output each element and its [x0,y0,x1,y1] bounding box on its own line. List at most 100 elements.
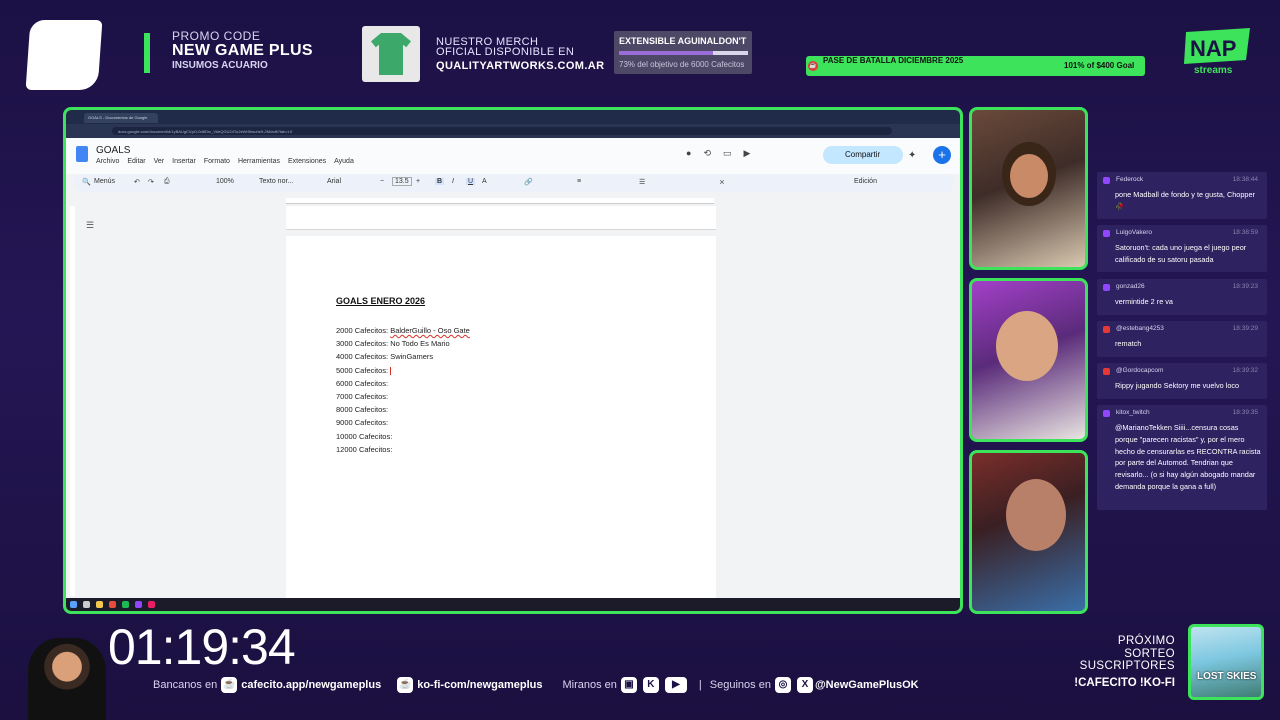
share-button[interactable]: Compartir [823,146,903,164]
search-icon[interactable] [83,601,90,608]
menu-editar[interactable]: Editar [127,158,145,165]
goal-name: SwinGamers [390,352,434,362]
goal-name: BalderGuillo - Oso Gate [390,326,470,335]
docs-menubar: Archivo Editar Ver Insertar Formato Herr… [96,158,354,165]
chat-timestamp: 18:39:32 [1232,367,1258,374]
raffle-line3: SUSCRIPTORES [1079,660,1175,672]
chat-message: gonzad26 18:39:23 vermintide 2 re va [1097,279,1267,315]
goal-line: 5000 Cafecitos: [336,364,470,377]
add-button[interactable]: + [933,146,951,164]
battle-pass-title: PASE DE BATALLA DICIEMBRE 2025 [823,56,964,65]
text-cursor [390,366,392,375]
chat-username: kitox_twitch [1116,409,1150,416]
italic-icon[interactable]: I [452,178,454,185]
meet-icon[interactable]: ▶ [744,148,751,159]
menu-formato[interactable]: Formato [204,158,230,165]
goal-name: No Todo Es Mario [390,339,450,349]
bullet-list-icon[interactable]: ☰ [639,178,645,186]
link-icon[interactable]: 🔗 [524,178,533,186]
clear-format-icon[interactable]: ⨯ [719,178,725,186]
menu-archivo[interactable]: Archivo [96,158,119,165]
social-bar: Bancanos en ☕ cafecito.app/newgameplus ☕… [153,677,919,693]
chrome-icon[interactable] [109,601,116,608]
print-icon[interactable]: ⎙ [164,178,170,186]
app-icon[interactable] [148,601,155,608]
goal-line: 10000 Cafecitos: [336,430,470,443]
merch-line2: OFICIAL DISPONIBLE EN [436,46,575,58]
webcam-2 [969,278,1088,442]
twitch-icon[interactable] [135,601,142,608]
chat-message: @Gordocapcom 18:39:32 Rippy jugando Sektor… [1097,363,1267,399]
address-bar[interactable]: docs.google.com/document/d/1yBAUgCVpO-0d… [112,127,892,135]
menu-extensiones[interactable]: Extensiones [288,158,326,165]
goal-line: 7000 Cafecitos: [336,390,470,403]
kofi-icon: ☕ [397,677,414,693]
youtube-icon[interactable]: ▶ [664,677,687,693]
font-size-input[interactable]: 13.5 [392,177,412,186]
history-icon[interactable]: ⟲ [703,148,711,159]
doc-page[interactable]: GOALS ENERO 2026 2000 Cafecitos: BalderG… [286,236,716,606]
seguinos-label: Seguinos en [709,679,771,691]
goal-line: 12000 Cafecitos: [336,443,470,456]
kick-icon[interactable]: K [642,677,659,693]
gemini-icon[interactable]: ✦ [908,150,916,161]
kofi-link[interactable]: ko-fi-com/newgameplus [417,679,542,691]
youtube-icon [1103,368,1110,375]
twitch-icon[interactable]: ▣ [620,677,637,693]
browser-tab[interactable]: GOALS - Documentos de Google [84,113,158,123]
menus-button[interactable]: Menús [94,178,115,185]
goal-amount: 3000 Cafecitos: [336,339,389,349]
windows-start-icon[interactable] [70,601,77,608]
chat-timestamp: 18:39:35 [1232,409,1258,416]
goal-amount: 7000 Cafecitos: [336,392,389,402]
promo-accent-bar [144,33,150,73]
zoom-select[interactable]: 100% [216,178,234,185]
bold-icon[interactable]: B [435,178,445,185]
style-select[interactable]: Texto nor... [259,178,293,185]
goal-line: 8000 Cafecitos: [336,403,470,416]
search-icon[interactable]: 🔍 [82,178,91,186]
kofi-cup-icon: ☕ [808,61,818,71]
chat-timestamp: 18:39:29 [1232,325,1258,332]
undo-icon[interactable]: ↶ [134,178,140,186]
social-handle[interactable]: @NewGamePlusOK [815,679,919,691]
goal-line: 2000 Cafecitos: BalderGuillo - Oso Gate [336,324,470,337]
chat-username: @Gordocapcom [1116,367,1164,374]
font-select[interactable]: Arial [327,178,341,185]
doc-title[interactable]: GOALS [96,145,130,156]
instagram-icon[interactable]: ◎ [774,677,791,693]
chat-username: gonzad26 [1116,283,1145,290]
chat-text: Satoruon't: cada uno juega el juego peor… [1115,243,1247,264]
goal-line: 9000 Cafecitos: [336,416,470,429]
menu-herramientas[interactable]: Herramientas [238,158,280,165]
chat-username: Federock [1116,176,1144,183]
decrease-size-icon[interactable]: − [380,178,384,185]
chat-text: Rippy jugando Sektory me vuelvo loco [1115,381,1240,390]
avatar-icon[interactable]: ● [686,148,691,159]
streamer-2 [996,311,1058,381]
windows-taskbar [66,598,960,611]
increase-size-icon[interactable]: + [416,178,420,185]
edit-mode-select[interactable]: Edición [854,178,877,185]
align-icon[interactable]: ≡ [577,178,581,185]
redo-icon[interactable]: ↷ [148,178,154,186]
menu-insertar[interactable]: Insertar [172,158,196,165]
menu-ayuda[interactable]: Ayuda [334,158,354,165]
goal-amount: 10000 Cafecitos: [336,431,393,441]
docs-icon[interactable] [76,146,88,162]
comment-icon[interactable]: ▭ [723,148,732,159]
browser-toolbar: docs.google.com/document/d/1yBAUgCVpO-0d… [66,124,960,138]
menu-ver[interactable]: Ver [154,158,165,165]
promo-label: PROMO CODE [172,29,261,43]
spotify-icon[interactable] [122,601,129,608]
battle-pass-goal: 101% of $400 Goal [1064,61,1135,70]
outline-icon[interactable]: ☰ [86,220,94,231]
streamer-3 [1006,479,1066,551]
underline-icon[interactable]: U [466,178,476,185]
explorer-icon[interactable] [96,601,103,608]
x-icon[interactable]: X [796,677,813,693]
text-color-icon[interactable]: A [482,178,487,185]
webcam-1 [969,107,1088,270]
cafecito-link[interactable]: cafecito.app/newgameplus [241,679,381,691]
youtube-icon [1103,326,1110,333]
